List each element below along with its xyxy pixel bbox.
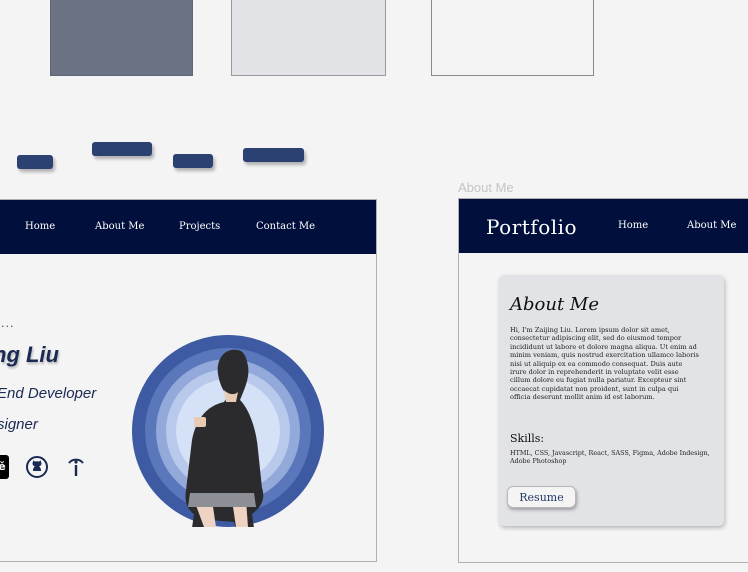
hero-role-developer: End Developer bbox=[0, 385, 97, 402]
nav-about-link[interactable]: About Me bbox=[95, 221, 144, 232]
home-navbar: Home About Me Projects Contact Me bbox=[0, 200, 376, 254]
skills-title: Skills: bbox=[510, 432, 545, 445]
about-card: About Me Hi, I'm Zaijing Liu. Lorem ipsu… bbox=[499, 275, 724, 526]
brand-logo[interactable]: Portfolio bbox=[486, 215, 577, 239]
hero-name: ng Liu bbox=[0, 342, 59, 367]
home-frame: Home About Me Projects Contact Me ... ng… bbox=[0, 199, 377, 562]
button-sample-2[interactable] bbox=[92, 142, 152, 156]
about-frame: Portfolio Home About Me About Me Hi, I'm… bbox=[458, 198, 748, 563]
profile-portrait bbox=[132, 335, 324, 546]
nav-about-link[interactable]: About Me bbox=[687, 220, 736, 231]
button-sample-1[interactable] bbox=[17, 155, 53, 169]
hero-role-designer: signer bbox=[0, 416, 38, 433]
button-sample-3[interactable] bbox=[173, 154, 213, 168]
hero-greeting: ... bbox=[1, 317, 15, 330]
github-icon[interactable] bbox=[25, 455, 49, 479]
info-icon[interactable] bbox=[64, 455, 88, 479]
nav-home-link[interactable]: Home bbox=[618, 220, 648, 231]
about-body-text: Hi, I'm Zaijing Liu. Lorem ipsum dolor s… bbox=[510, 326, 699, 402]
about-navbar: Portfolio Home About Me bbox=[459, 199, 748, 253]
color-swatch-slate bbox=[50, 0, 193, 76]
skills-list: HTML, CSS, Javascript, React, SASS, Figm… bbox=[510, 449, 710, 465]
nav-contact-link[interactable]: Contact Me bbox=[256, 221, 315, 232]
color-swatch-light-gray bbox=[231, 0, 386, 76]
nav-home-link[interactable]: Home bbox=[25, 221, 55, 232]
nav-projects-link[interactable]: Projects bbox=[179, 221, 220, 232]
behance-glyph: ě bbox=[0, 460, 6, 473]
color-swatch-off-white bbox=[431, 0, 594, 76]
behance-icon[interactable]: ě bbox=[0, 455, 9, 479]
resume-button[interactable]: Resume bbox=[507, 486, 576, 508]
about-title: About Me bbox=[510, 294, 599, 315]
frame-label: About Me bbox=[458, 180, 514, 195]
button-sample-4[interactable] bbox=[243, 148, 304, 162]
